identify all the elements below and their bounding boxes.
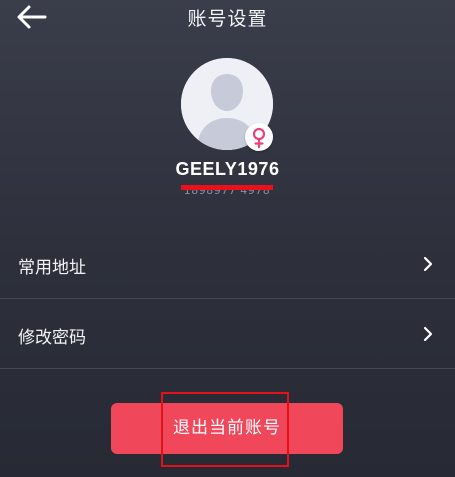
username: GEELY1976 xyxy=(175,159,280,179)
page-title: 账号设置 xyxy=(187,8,268,30)
menu-item-address[interactable]: 常用地址 xyxy=(0,229,455,298)
menu-item-change-password[interactable]: 修改密码 xyxy=(0,298,455,369)
redaction-bar xyxy=(181,185,273,190)
menu-item-label: 修改密码 xyxy=(18,328,86,348)
chevron-right-icon xyxy=(421,255,435,273)
menu-item-label: 常用地址 xyxy=(18,258,86,278)
gender-badge xyxy=(245,123,273,151)
female-symbol-icon xyxy=(252,127,266,149)
chevron-right-icon xyxy=(421,325,435,343)
settings-menu: 常用地址 修改密码 xyxy=(0,229,455,369)
profile-section: GEELY1976 1898977 4978 xyxy=(0,58,455,208)
phone-number-row: 1898977 4978 xyxy=(178,182,276,200)
logout-button[interactable]: 退出当前账号 xyxy=(111,403,343,454)
top-bar: 账号设置 xyxy=(0,0,455,34)
